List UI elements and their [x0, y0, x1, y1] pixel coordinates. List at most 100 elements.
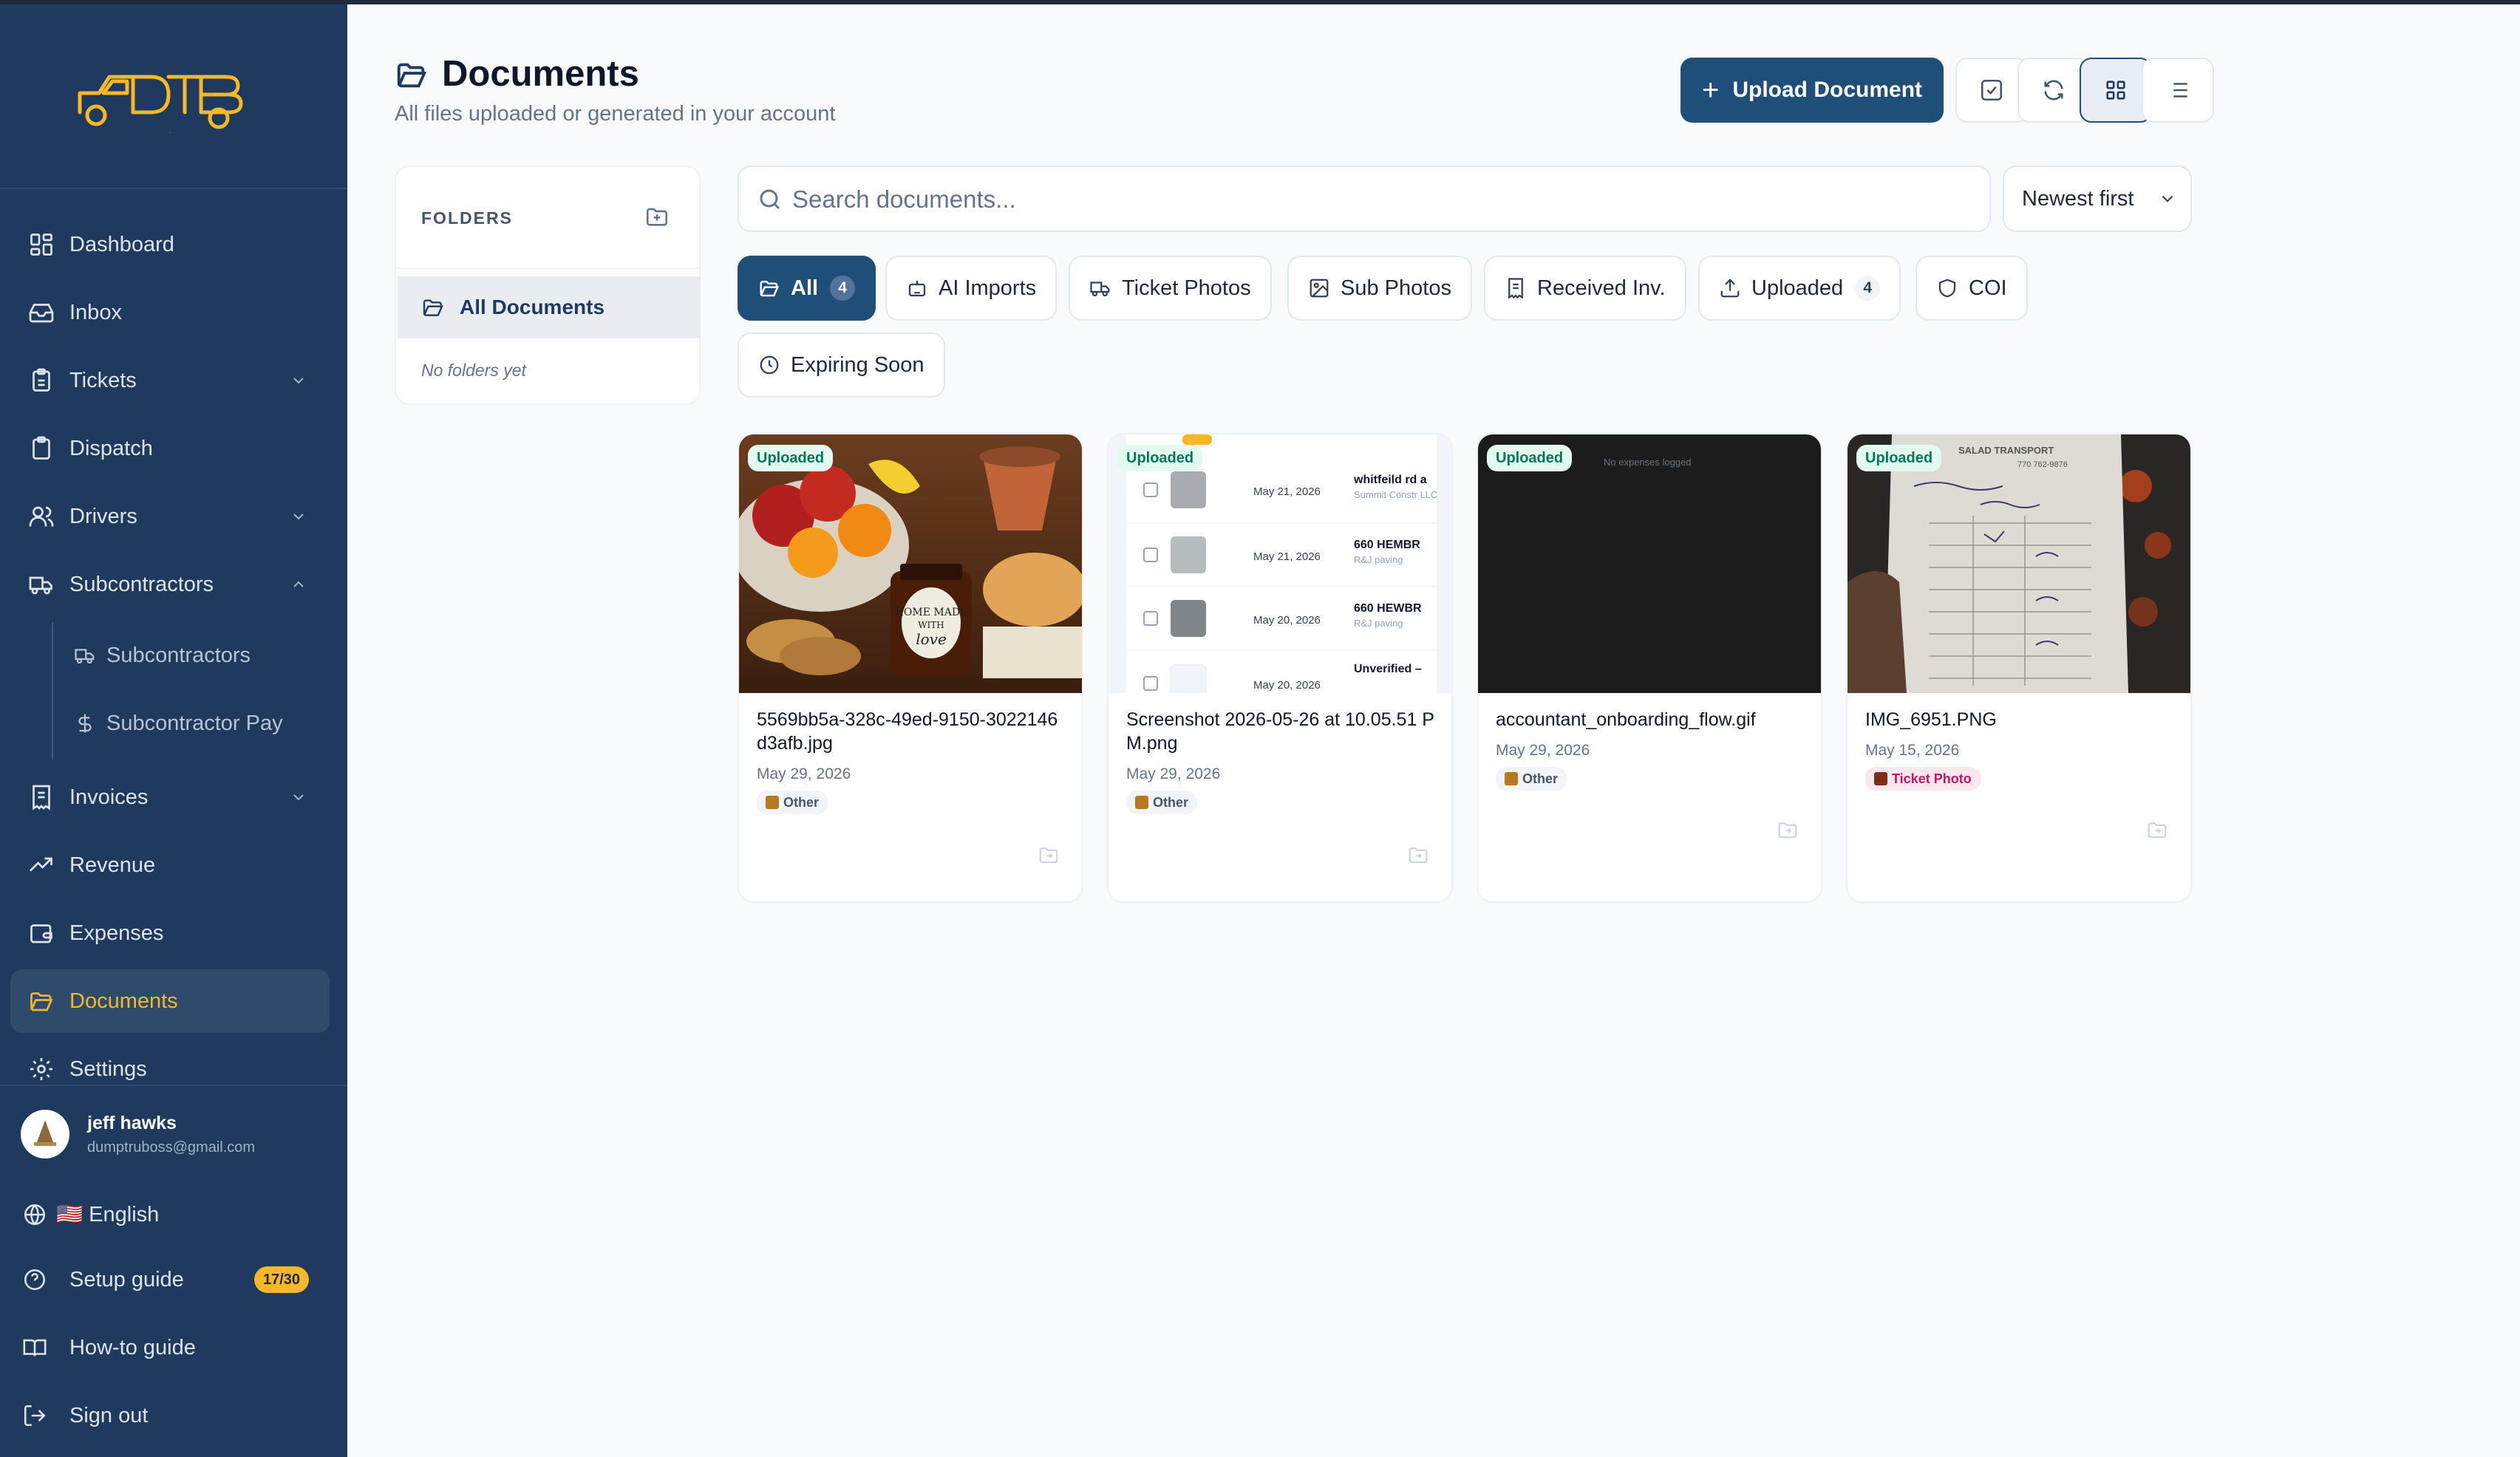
globe-icon [24, 1204, 46, 1226]
sidebar-item-documents[interactable]: Documents [10, 969, 330, 1033]
document-file-name: IMG_6951.PNG [1865, 709, 1997, 730]
filter-count-badge: 4 [830, 276, 856, 301]
sign-out-button[interactable]: Sign out [0, 1386, 347, 1445]
filter-chip-ai-imports[interactable]: AI Imports [885, 256, 1058, 321]
language-label: 🇺🇸 English [56, 1203, 160, 1226]
thumb-row-date: May 20, 2026 [1253, 679, 1321, 692]
page-title: Documents [442, 54, 639, 94]
folder-label: All Documents [460, 296, 605, 318]
avatar[interactable] [21, 1110, 69, 1159]
uploaded-badge: Uploaded [1487, 445, 1573, 471]
robot-icon [908, 281, 926, 297]
filter-chip-uploaded[interactable]: Uploaded 4 [1698, 256, 1901, 321]
folders-heading: FOLDERS [421, 208, 513, 228]
document-thumbnail[interactable]: SALAD TRANSPORT 770 762-9876 Uploaded [1848, 434, 2190, 693]
list-icon [2168, 83, 2187, 98]
log-out-icon [24, 1405, 46, 1427]
chevron-down-icon[interactable] [290, 788, 307, 806]
document-category-tag: Other [1126, 791, 1198, 814]
sidebar-nav: Dashboard Inbox Tickets Dispatch Drivers… [0, 211, 347, 1085]
filter-chip-all[interactable]: All 4 [738, 256, 876, 321]
folder-open-icon [397, 63, 427, 88]
filter-label: AI Imports [939, 276, 1037, 300]
dashboard-icon [30, 233, 52, 256]
wallet-icon [30, 924, 52, 944]
sidebar-divider [0, 188, 347, 189]
checkbox-icon [1981, 79, 2003, 101]
sidebar-item-subcontractor-pay[interactable]: Subcontractor Pay [10, 692, 330, 755]
thumb-row-title: whitfeild rd a [1353, 474, 1427, 486]
chevron-down-icon[interactable] [290, 372, 307, 389]
user-profile[interactable]: jeff hawks dumptruboss@gmail.com [21, 1107, 331, 1166]
document-thumbnail[interactable]: No expenses logged Uploaded [1478, 434, 1821, 693]
how-to-guide-label: How-to guide [69, 1335, 196, 1359]
document-thumbnail[interactable]: May 21, 2026 whitfeild rd a Summit Const… [1109, 434, 1451, 693]
how-to-guide-link[interactable]: How-to guide [0, 1318, 347, 1377]
window-top-edge [0, 0, 2520, 4]
receipt-icon [33, 785, 50, 811]
gear-icon [30, 1058, 52, 1080]
uploaded-badge: Uploaded [1117, 445, 1203, 471]
thumb-text: No expenses logged [1604, 457, 1692, 468]
sidebar: DTB Dashboard Inbox Tickets Dispatch Dri… [0, 0, 347, 1457]
sidebar-item-expenses[interactable]: Expenses [10, 901, 330, 965]
chevron-down-icon[interactable] [290, 508, 307, 525]
folder-open-icon [760, 281, 780, 297]
shield-icon [1938, 279, 1956, 298]
box-icon [1505, 772, 1518, 785]
thumb-row-title: 660 HEMBR [1354, 539, 1420, 551]
sidebar-item-inbox[interactable]: Inbox [10, 281, 330, 344]
thumb-row-date: May 20, 2026 [1253, 614, 1321, 627]
move-to-folder-icon[interactable] [1407, 844, 1429, 866]
document-thumbnail[interactable]: HOME MADE WITH love Uploaded [739, 434, 1082, 693]
document-card[interactable]: No expenses logged Uploaded accountant_o… [1477, 433, 1822, 903]
sidebar-item-invoices[interactable]: Invoices [10, 765, 330, 829]
setup-guide-link[interactable]: Setup guide 17/30 [0, 1250, 347, 1309]
search-input[interactable] [792, 179, 1975, 220]
list-view-button[interactable] [2142, 58, 2214, 123]
document-card[interactable]: May 21, 2026 whitfeild rd a Summit Const… [1107, 433, 1453, 903]
document-card[interactable]: SALAD TRANSPORT 770 762-9876 Uploaded IM… [1846, 433, 2192, 903]
truck-icon [29, 576, 52, 595]
sidebar-item-revenue[interactable]: Revenue [10, 833, 330, 897]
filter-chip-received-inv[interactable]: Received Inv. [1484, 256, 1686, 321]
move-to-folder-icon[interactable] [1777, 819, 1799, 841]
filter-chip-ticket-photos[interactable]: Ticket Photos [1069, 256, 1272, 321]
document-date: May 15, 2026 [1865, 742, 1960, 759]
sidebar-item-subcontractors-list[interactable]: Subcontractors [10, 624, 330, 687]
book-icon [23, 1339, 47, 1357]
help-circle-icon [24, 1269, 46, 1291]
document-date: May 29, 2026 [1126, 765, 1221, 782]
language-selector[interactable]: 🇺🇸 English [0, 1185, 347, 1244]
logo[interactable]: DTB [74, 61, 266, 134]
sidebar-item-drivers[interactable]: Drivers [10, 485, 330, 548]
upload-document-button[interactable]: + Upload Document [1680, 58, 1944, 123]
screenshot-thumbnail: May 21, 2026 whitfeild rd a Summit Const… [1109, 434, 1451, 693]
filter-label: All [791, 276, 819, 300]
filter-chip-expiring-soon[interactable]: Expiring Soon [738, 332, 945, 397]
sidebar-item-settings[interactable]: Settings [10, 1037, 330, 1085]
document-date: May 29, 2026 [1496, 742, 1590, 759]
new-folder-icon[interactable] [644, 204, 670, 229]
filter-chip-coi[interactable]: COI [1915, 256, 2028, 321]
image-icon [1310, 279, 1329, 298]
grid-icon [2106, 81, 2125, 100]
move-to-folder-icon[interactable] [2146, 819, 2168, 841]
chevron-up-icon[interactable] [290, 576, 307, 593]
sidebar-item-tickets[interactable]: Tickets [10, 349, 330, 412]
chevron-down-icon [2162, 195, 2173, 202]
document-card[interactable]: HOME MADE WITH love Uploaded 5569bb5a-32… [738, 433, 1083, 903]
box-icon [766, 796, 779, 809]
sidebar-item-dashboard[interactable]: Dashboard [10, 213, 330, 276]
sidebar-item-dispatch[interactable]: Dispatch [10, 417, 330, 480]
filter-count-badge: 4 [1855, 276, 1881, 301]
sort-dropdown[interactable]: Newest first [2003, 166, 2192, 232]
sidebar-item-subcontractors[interactable]: Subcontractors [10, 553, 330, 616]
folder-all-documents[interactable]: All Documents [398, 276, 701, 338]
svg-text:love: love [916, 630, 947, 648]
filter-chip-sub-photos[interactable]: Sub Photos [1287, 256, 1472, 321]
sidebar-footer: jeff hawks dumptruboss@gmail.com 🇺🇸 Engl… [0, 1085, 347, 1457]
document-category-tag: Other [1496, 767, 1567, 791]
move-to-folder-icon[interactable] [1038, 844, 1060, 866]
sign-out-label: Sign out [69, 1403, 149, 1427]
